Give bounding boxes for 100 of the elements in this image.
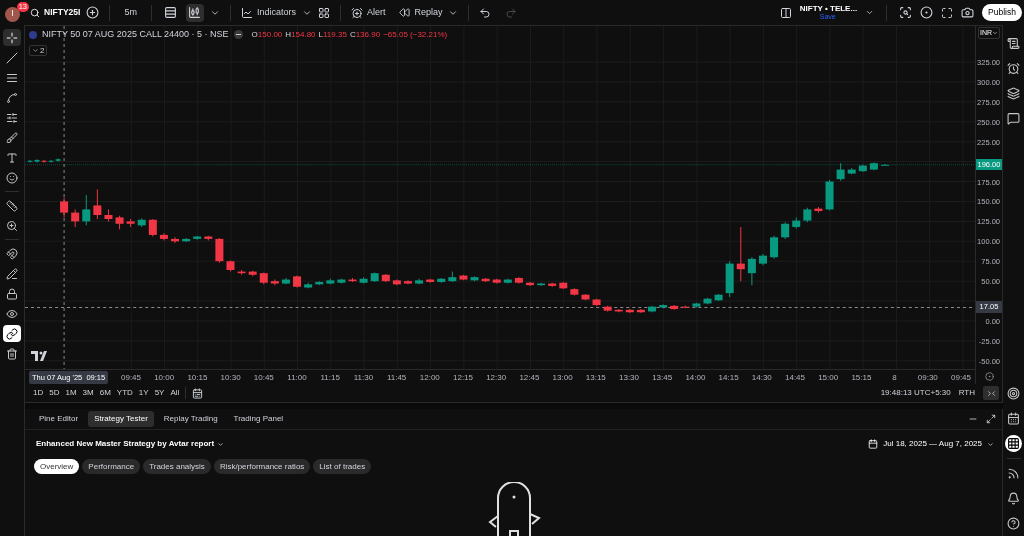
range-button[interactable]: YTD xyxy=(116,387,133,399)
hide-button[interactable] xyxy=(233,30,243,40)
strategy-report-button[interactable]: Enhanced New Master Strategy by Avtar report xyxy=(36,438,225,450)
date-range-button[interactable]: Jul 18, 2025 — Aug 7, 2025 xyxy=(868,438,994,450)
drawing-tool-button[interactable] xyxy=(3,197,21,214)
time-label: 12:15 xyxy=(453,372,473,384)
range-button[interactable]: All xyxy=(170,387,180,399)
time-label: 09:45 xyxy=(951,372,971,384)
sidebar-button[interactable] xyxy=(1005,385,1022,402)
panel-tab[interactable]: Trading Panel xyxy=(227,411,290,427)
smile-icon xyxy=(6,171,18,184)
sidebar-button[interactable] xyxy=(1005,410,1022,427)
sidebar-button[interactable] xyxy=(1005,490,1022,507)
range-button[interactable]: 1D xyxy=(33,387,44,399)
alert-button[interactable]: Alert xyxy=(350,5,386,20)
sidebar-button[interactable] xyxy=(1005,85,1022,102)
symbol-search[interactable]: NIFTY25I xyxy=(30,6,81,19)
sidebar-button[interactable] xyxy=(1005,435,1022,452)
panel-tab[interactable]: Replay Trading xyxy=(157,411,224,427)
chart-type-button[interactable] xyxy=(185,3,204,22)
session-button[interactable]: RTH xyxy=(958,387,975,399)
layers-icon xyxy=(1007,87,1020,100)
range-button[interactable]: 1Y xyxy=(138,387,149,399)
time-label: 14:00 xyxy=(685,372,706,384)
report-tab[interactable]: Risk/performance ratios xyxy=(213,459,311,474)
calendar-icon xyxy=(868,439,879,449)
pencil-icon xyxy=(6,267,18,280)
time-label: 13:30 xyxy=(619,372,639,384)
indicators-toggle[interactable]: 2 xyxy=(29,44,48,56)
bell-icon xyxy=(1007,492,1020,505)
time-label: 13:00 xyxy=(552,372,573,384)
search-icon xyxy=(30,7,40,18)
interval-button[interactable]: 5m xyxy=(120,5,141,20)
replay-button[interactable]: Replay xyxy=(399,5,443,20)
curve-icon xyxy=(6,91,18,104)
drawing-tool-button[interactable] xyxy=(3,29,21,46)
layout-name[interactable]: NIFTY • TELE... xyxy=(799,4,858,13)
time-label: 14:15 xyxy=(718,372,739,384)
sidebar-button[interactable] xyxy=(1005,515,1022,532)
price-change: −65.05 (−32.21%) xyxy=(383,28,448,41)
quick-search-button[interactable] xyxy=(899,6,913,19)
fullscreen-icon xyxy=(941,6,954,19)
time-label: 12:30 xyxy=(486,372,507,384)
time-label: 8 xyxy=(892,372,897,384)
panel-tab[interactable]: Pine Editor xyxy=(33,411,85,427)
settings-button[interactable] xyxy=(920,6,934,19)
range-button[interactable]: 6M xyxy=(99,387,111,399)
calendar-icon xyxy=(1007,412,1020,425)
lock-icon xyxy=(6,287,18,300)
line-icon xyxy=(6,51,18,64)
indicators-button[interactable]: Indicators xyxy=(240,5,296,20)
split-layout-button[interactable] xyxy=(779,6,792,19)
logo-icon[interactable] xyxy=(31,351,49,361)
rewind-icon xyxy=(399,7,411,18)
maximize-icon[interactable] xyxy=(986,414,996,424)
columns-icon xyxy=(779,6,792,19)
time-label: 09:30 xyxy=(917,372,938,384)
alarm-clock-icon xyxy=(1007,62,1020,75)
panel-tab[interactable]: Strategy Tester xyxy=(88,411,154,427)
compare-button[interactable] xyxy=(86,6,100,19)
drawing-tool-button[interactable] xyxy=(3,325,21,342)
time-label: 12:45 xyxy=(519,372,540,384)
symbol-title: NIFTY 50 07 AUG 2025 CALL 24400 · 5 · NSE xyxy=(42,28,229,41)
publish-button[interactable]: Publish xyxy=(982,4,1022,21)
time-label: 10:00 xyxy=(154,372,175,384)
clock-text[interactable]: 19:48:13 UTC+5:30 xyxy=(880,387,951,399)
report-tab[interactable]: List of trades xyxy=(313,459,372,474)
exchange-icon xyxy=(29,30,37,39)
time-label: 09:45 xyxy=(121,372,141,384)
settings-icon[interactable] xyxy=(985,372,994,381)
sidebar-button[interactable] xyxy=(1005,60,1022,77)
layouts-button[interactable] xyxy=(317,6,330,19)
calendar-icon[interactable] xyxy=(192,387,204,399)
drawing-tool-button[interactable] xyxy=(3,129,21,146)
report-tab[interactable]: Performance xyxy=(82,459,141,474)
range-button[interactable]: 5Y xyxy=(154,387,165,399)
plus-icon xyxy=(86,6,100,19)
chevron-icon[interactable] xyxy=(865,8,875,17)
chevron-icon xyxy=(32,46,39,54)
time-label: 14:45 xyxy=(785,372,805,384)
drawing-tool-button[interactable] xyxy=(3,245,21,262)
range-button[interactable]: 1M xyxy=(65,387,77,399)
time-label: 10:45 xyxy=(253,372,274,384)
drawing-tool-button[interactable] xyxy=(3,265,21,282)
report-tab[interactable]: Trades analysis xyxy=(143,459,211,474)
sidebar-button[interactable] xyxy=(1005,110,1022,127)
text-icon xyxy=(6,151,18,164)
avatar[interactable]: I xyxy=(5,6,20,22)
undo-button[interactable] xyxy=(479,6,492,19)
grid-icon xyxy=(317,6,330,19)
range-button[interactable]: 5D xyxy=(49,387,60,399)
report-tab[interactable]: Overview xyxy=(34,459,80,474)
drawing-tool-button[interactable] xyxy=(3,169,21,186)
range-button[interactable]: 3M xyxy=(82,387,94,399)
snapshot-button[interactable] xyxy=(961,6,975,19)
sidebar-button[interactable] xyxy=(1005,35,1022,52)
auto-scale-button[interactable] xyxy=(983,386,999,400)
fullscreen-button[interactable] xyxy=(941,6,954,19)
camera-icon xyxy=(961,6,975,19)
time-label: 11:15 xyxy=(320,372,340,384)
